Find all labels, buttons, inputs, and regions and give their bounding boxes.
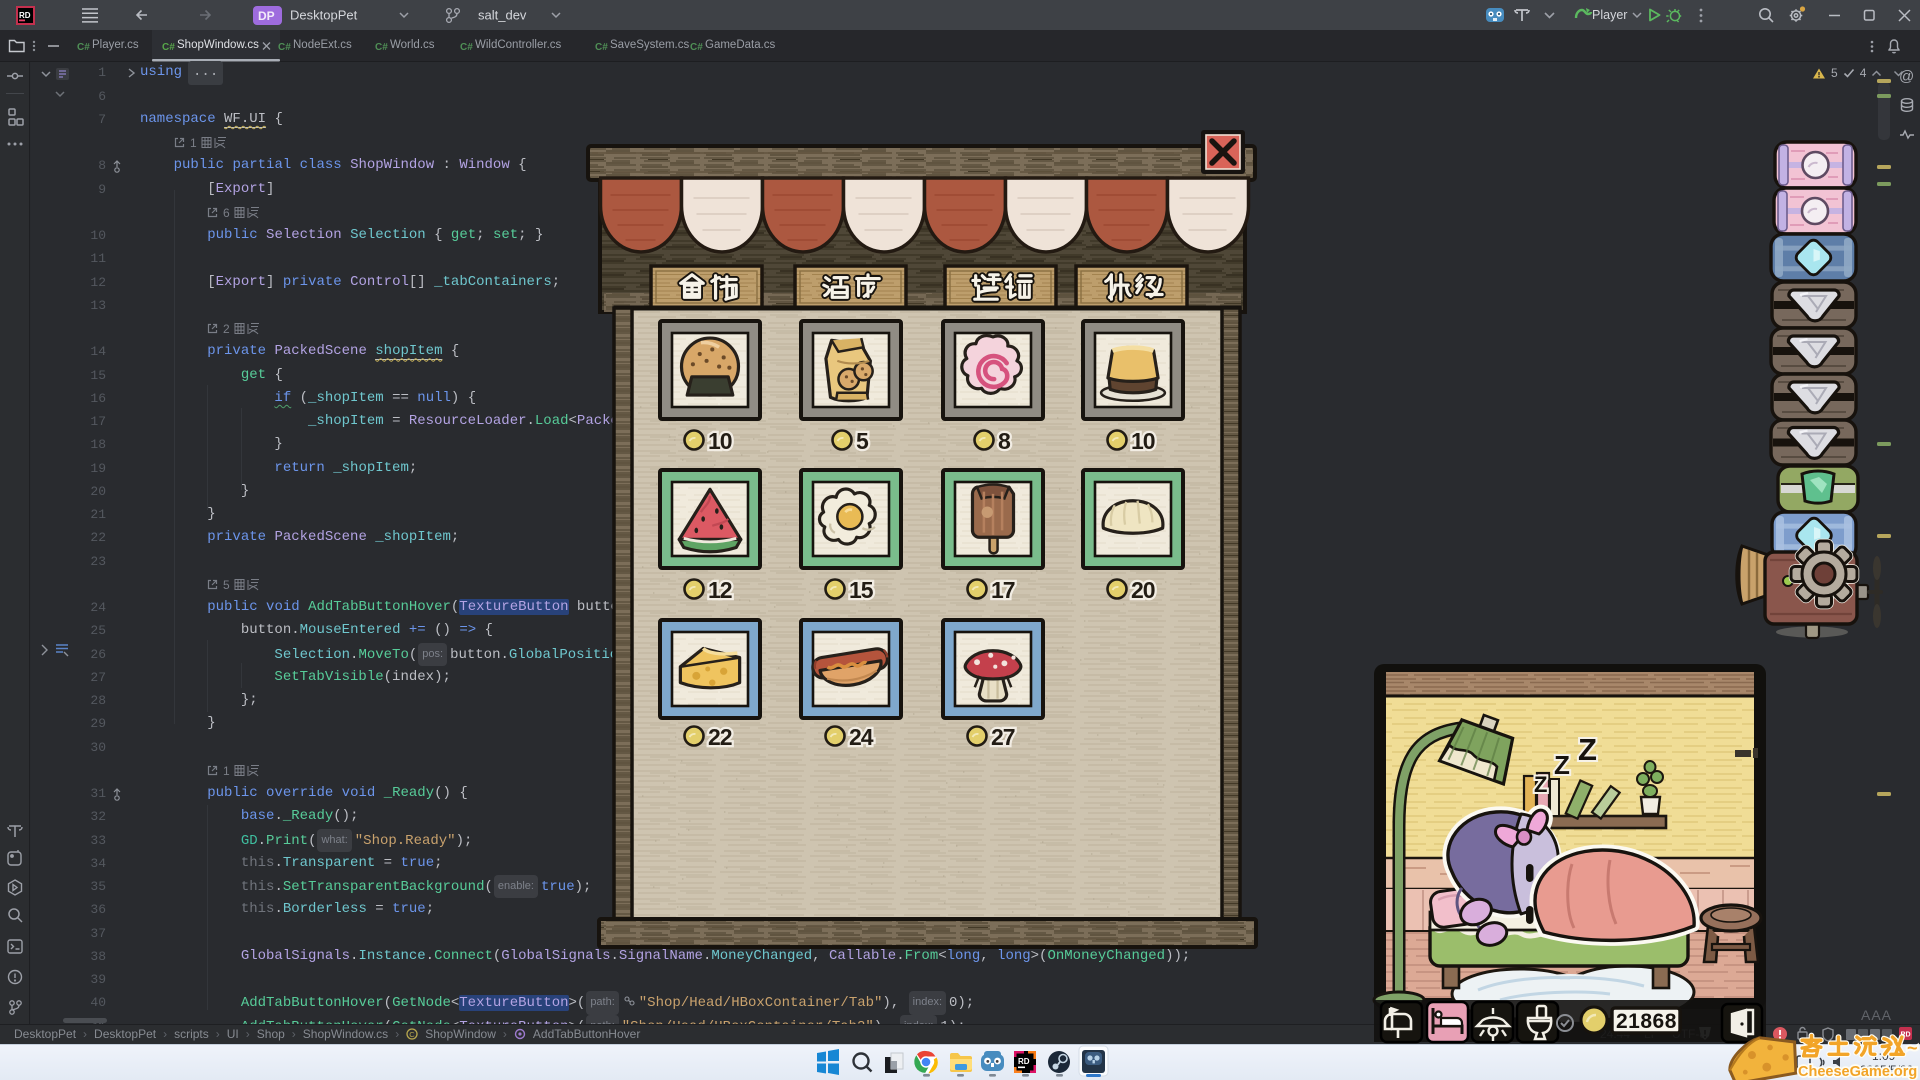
svg-text:Z: Z — [1534, 772, 1547, 797]
svg-text:5: 5 — [856, 428, 869, 454]
svg-text:Z: Z — [1578, 732, 1597, 767]
svg-text:15: 15 — [849, 577, 874, 603]
svg-text:24: 24 — [849, 724, 874, 750]
svg-text:10: 10 — [1131, 428, 1155, 454]
svg-text:20: 20 — [1131, 577, 1155, 603]
svg-text:AAA: AAA — [1861, 1007, 1892, 1023]
svg-text:27: 27 — [991, 724, 1015, 750]
svg-text:17: 17 — [991, 577, 1015, 603]
svg-text:22: 22 — [708, 724, 732, 750]
svg-text:21868: 21868 — [1616, 1010, 1677, 1033]
svg-text:12: 12 — [708, 577, 732, 603]
svg-text:~: ~ — [1907, 1038, 1918, 1058]
svg-text:10: 10 — [708, 428, 732, 454]
svg-text:Z: Z — [1554, 750, 1570, 780]
svg-text:CheeseGame.org: CheeseGame.org — [1798, 1064, 1917, 1080]
svg-text:8: 8 — [998, 428, 1011, 454]
